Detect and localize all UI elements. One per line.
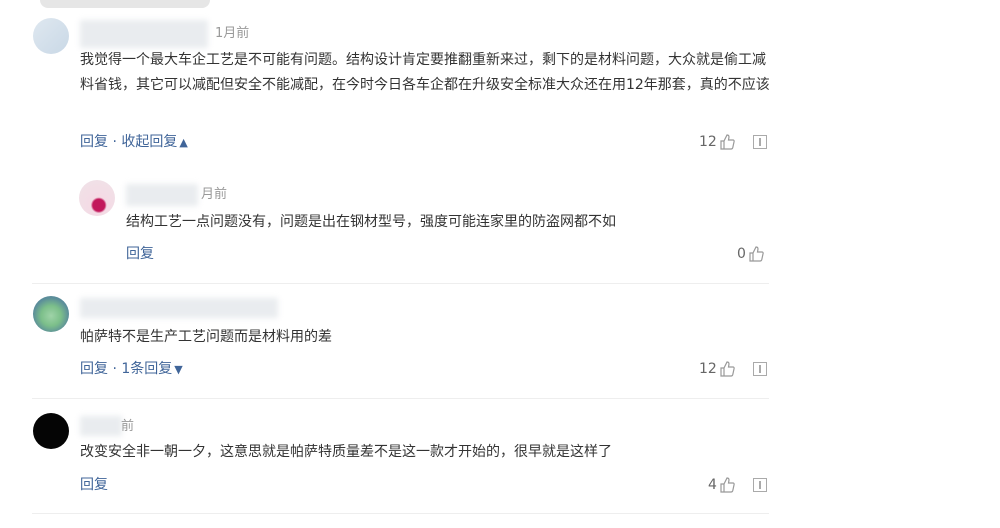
reply-button[interactable]: 回复	[126, 246, 154, 262]
comment-time: 1月前	[215, 26, 250, 41]
collapse-replies-button[interactable]: 收起回复 ▲	[121, 134, 187, 150]
reply-time: 月前	[201, 187, 228, 202]
comment-text: 改变安全非一朝一夕，这意思就是帕萨特质量差不是这一款才开始的，很早就是这样了	[80, 444, 612, 460]
comment-actions: 回复	[80, 476, 108, 494]
like-button[interactable]: 0	[737, 245, 764, 263]
comment-time: 前	[121, 419, 135, 434]
avatar[interactable]	[33, 413, 69, 449]
avatar[interactable]	[33, 18, 69, 54]
username-blurred[interactable]	[80, 298, 278, 318]
top-scroll-edge	[40, 0, 210, 8]
report-icon[interactable]	[753, 478, 767, 492]
report-icon[interactable]	[753, 135, 767, 149]
thumbs-up-icon	[720, 134, 735, 150]
thumbs-up-icon	[720, 477, 735, 493]
thumbs-up-icon	[749, 246, 764, 262]
avatar[interactable]	[79, 180, 115, 216]
comment-text: 帕萨特不是生产工艺问题而是材料用的差	[80, 329, 332, 345]
chevron-up-icon: ▲	[179, 136, 188, 149]
like-count: 12	[699, 134, 717, 150]
comment-actions: 回复 · 1条回复 ▼	[80, 360, 183, 379]
like-count: 4	[708, 477, 717, 493]
collapse-replies-label: 收起回复	[121, 134, 178, 150]
like-button[interactable]: 4	[708, 476, 735, 494]
chevron-down-icon: ▼	[174, 363, 183, 376]
username-blurred[interactable]	[80, 20, 208, 48]
like-button[interactable]: 12	[699, 133, 735, 151]
username-blurred[interactable]	[80, 416, 122, 436]
separator: ·	[112, 361, 117, 377]
reply-actions: 回复	[126, 245, 154, 263]
reply-button[interactable]: 回复	[80, 361, 108, 377]
comment-actions: 回复 · 收起回复 ▲	[80, 133, 188, 152]
reply-text: 结构工艺一点问题没有，问题是出在钢材型号，强度可能连家里的防盗网都不如	[126, 214, 616, 230]
divider	[32, 283, 769, 284]
expand-replies-label: 1条回复	[121, 361, 173, 377]
comment-text: 我觉得一个最大车企工艺是不可能有问题。结构设计肯定要推翻重新来过，剩下的是材料问…	[80, 52, 770, 93]
thumbs-up-icon	[720, 361, 735, 377]
separator: ·	[112, 134, 117, 150]
username-blurred[interactable]	[126, 184, 198, 206]
like-button[interactable]: 12	[699, 360, 735, 378]
reply-button[interactable]: 回复	[80, 134, 108, 150]
like-count: 12	[699, 361, 717, 377]
like-count: 0	[737, 246, 746, 262]
expand-replies-button[interactable]: 1条回复 ▼	[121, 361, 182, 377]
report-icon[interactable]	[753, 362, 767, 376]
divider	[32, 513, 769, 514]
reply-button[interactable]: 回复	[80, 477, 108, 493]
avatar[interactable]	[33, 296, 69, 332]
divider	[32, 398, 769, 399]
